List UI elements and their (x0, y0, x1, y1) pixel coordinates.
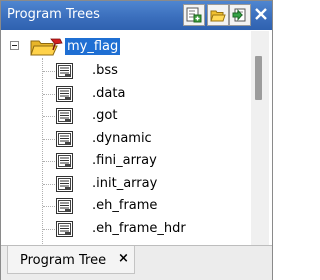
tree-item[interactable]: .dynamic (1, 128, 246, 150)
tree-guide-line (43, 93, 55, 95)
tree-item-label: .fini_array (92, 153, 157, 168)
fragment-icon (56, 175, 73, 192)
fragment-icon (56, 85, 73, 102)
tab-program-tree-label: Program Tree (20, 253, 107, 268)
select-tree-button[interactable] (229, 4, 251, 26)
select-tree-icon (232, 8, 246, 22)
tree-item[interactable]: .data (1, 83, 246, 105)
vertical-scrollbar[interactable] (251, 31, 269, 245)
tree-guide-line (43, 228, 55, 230)
new-tree-icon (186, 7, 202, 23)
tree-item[interactable]: .bss (1, 60, 246, 82)
tree-item-label: .data (92, 85, 126, 101)
tree-item-label: .dynamic (92, 130, 152, 146)
open-folder-icon (210, 10, 226, 22)
tree-item[interactable]: .fini_array (1, 150, 246, 172)
tree-guide-line (43, 161, 55, 162)
panel-title: Program Trees (7, 7, 100, 22)
tree-root-label[interactable]: my_flag (65, 38, 121, 55)
open-folder-button[interactable] (207, 4, 229, 26)
tree-item-label: .bss (92, 63, 118, 78)
fragment-icon (56, 108, 73, 124)
scrollbar-thumb[interactable] (255, 56, 262, 100)
tree-guide-line (43, 138, 55, 140)
tree-item-label: .init_array (92, 175, 158, 191)
fragment-icon (56, 63, 73, 79)
tree-item-label: .eh_frame_hdr (92, 220, 186, 236)
close-panel-button[interactable] (251, 4, 273, 26)
fragment-icon (56, 153, 73, 169)
program-trees-panel: Program Trees my_flag .bss .data .got .d… (0, 0, 273, 280)
tree-guide-line (43, 206, 55, 207)
tree-item[interactable]: .eh_frame_hdr (1, 218, 246, 240)
tree-guide-line (43, 71, 55, 72)
folder-open-icon (30, 38, 63, 56)
tree-item[interactable]: .init_array (1, 173, 246, 195)
new-tree-button[interactable] (183, 4, 205, 26)
tree-item-label: .eh_frame (92, 198, 158, 213)
tab-bar: Program Tree × (1, 245, 272, 280)
program-tree[interactable]: my_flag .bss .data .got .dynamic .fini_array… (1, 31, 272, 245)
tab-program-tree[interactable]: Program Tree × (7, 246, 135, 274)
collapse-toggle-icon[interactable] (10, 41, 19, 50)
fragment-icon (56, 198, 73, 214)
fragment-icon (56, 130, 73, 147)
close-icon (255, 8, 267, 20)
panel-titlebar: Program Trees (1, 1, 272, 30)
tree-item[interactable]: .got (1, 105, 246, 127)
tab-close-icon[interactable]: × (118, 252, 129, 266)
tree-item[interactable]: .eh_frame (1, 195, 246, 217)
tree-guide-line (43, 116, 55, 117)
fragment-icon (56, 220, 73, 237)
tree-item-label: .got (92, 108, 118, 123)
tree-root-item[interactable]: my_flag (1, 36, 241, 58)
tree-guide-line (43, 183, 55, 185)
